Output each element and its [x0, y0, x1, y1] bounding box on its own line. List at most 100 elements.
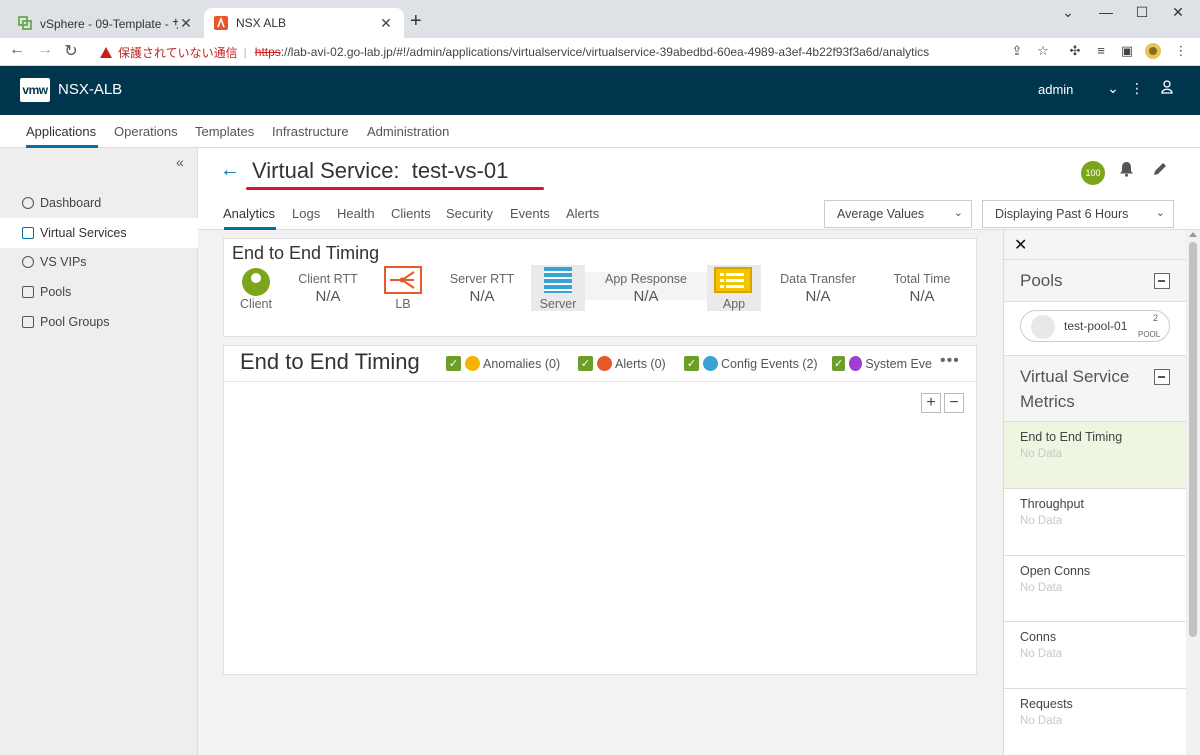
- minimize-icon[interactable]: —: [1096, 4, 1116, 20]
- checkbox-checked-icon[interactable]: ✓: [684, 356, 699, 371]
- metric-value: No Data: [1020, 448, 1063, 460]
- client-rtt-label: Client RTT: [298, 272, 358, 286]
- nav-infrastructure[interactable]: Infrastructure: [272, 124, 349, 139]
- new-tab-button[interactable]: +: [410, 10, 422, 33]
- chevron-down-icon[interactable]: ⌄: [1104, 80, 1122, 97]
- metric-conns[interactable]: Conns No Data: [1004, 621, 1187, 688]
- tab-logs[interactable]: Logs: [292, 206, 320, 221]
- pool-health-icon: [1031, 315, 1055, 339]
- zoom-in-button[interactable]: +: [921, 393, 941, 413]
- close-window-icon[interactable]: ✕: [1168, 4, 1188, 21]
- nav-templates[interactable]: Templates: [195, 124, 254, 139]
- checkbox-checked-icon[interactable]: ✓: [578, 356, 593, 371]
- legend-system-events[interactable]: ✓ System Eve: [832, 356, 932, 371]
- tab-clients[interactable]: Clients: [391, 206, 431, 221]
- side-panel-icon[interactable]: ▣: [1118, 43, 1136, 59]
- tab-health[interactable]: Health: [337, 206, 375, 221]
- client-label: Client: [240, 297, 272, 311]
- warning-icon: [100, 46, 112, 58]
- metric-name: Throughput: [1020, 497, 1084, 511]
- collapse-minus-icon[interactable]: [1154, 273, 1170, 289]
- data-transfer-label: Data Transfer: [780, 272, 856, 286]
- more-options-icon[interactable]: •••: [940, 352, 960, 370]
- bell-icon[interactable]: [1119, 161, 1134, 182]
- app-header: vmw NSX-ALB admin ⌄ ⋮: [0, 66, 1200, 115]
- share-icon[interactable]: ⇪: [1008, 43, 1026, 59]
- close-icon[interactable]: ✕: [1014, 235, 1027, 255]
- time-range-select[interactable]: Displaying Past 6 Hours ⌄: [982, 200, 1174, 228]
- url-field[interactable]: 保護されていない通信 | https ://lab-avi-02.go-lab.…: [90, 40, 1060, 64]
- close-icon[interactable]: ✕: [378, 15, 394, 32]
- server-label: Server: [539, 297, 577, 311]
- select-value: Average Values: [837, 207, 925, 221]
- user-icon[interactable]: [1158, 80, 1176, 97]
- url-scheme: https: [254, 45, 281, 59]
- metric-name: Conns: [1020, 630, 1057, 644]
- kebab-menu-icon[interactable]: ⋮: [1128, 80, 1146, 97]
- legend-anomalies[interactable]: ✓ Anomalies (0): [446, 356, 560, 371]
- edit-pencil-icon[interactable]: [1152, 161, 1168, 182]
- metrics-title: Virtual Service Metrics: [1020, 367, 1130, 411]
- legend-label: Anomalies (0): [483, 356, 561, 371]
- page-header: ← Virtual Service: test-vs-01 100 Analyt…: [198, 148, 1200, 230]
- tab-alerts[interactable]: Alerts: [566, 206, 599, 221]
- bookmark-star-icon[interactable]: ☆: [1034, 43, 1052, 59]
- forward-icon[interactable]: →: [34, 41, 56, 59]
- pool-chip[interactable]: test-pool-01 2 POOL: [1020, 310, 1170, 342]
- app-response-value: N/A: [633, 288, 659, 305]
- card-title: End to End Timing: [232, 243, 380, 263]
- tab-analytics[interactable]: Analytics: [223, 206, 275, 221]
- extensions-icon[interactable]: ✣: [1066, 43, 1084, 59]
- scrollbar-thumb[interactable]: [1189, 242, 1197, 637]
- address-bar: ← → ↻ 保護されていない通信 | https ://lab-avi-02.g…: [0, 38, 1200, 66]
- pool-groups-icon: [22, 316, 34, 328]
- metric-requests[interactable]: Requests No Data: [1004, 688, 1187, 755]
- app-response-label: App Response: [604, 272, 687, 286]
- average-values-select[interactable]: Average Values ⌄: [824, 200, 972, 228]
- metric-throughput[interactable]: Throughput No Data: [1004, 488, 1187, 555]
- zoom-out-button[interactable]: −: [944, 393, 964, 413]
- right-panel-scrollbar[interactable]: [1186, 230, 1200, 755]
- sidebar-item-dashboard[interactable]: Dashboard: [0, 188, 198, 218]
- tab-search-chevron-icon[interactable]: ⌄: [1058, 4, 1078, 21]
- tab-events[interactable]: Events: [510, 206, 550, 221]
- browser-tab-title: vSphere - 09-Template - サマリ: [40, 16, 178, 31]
- sidebar-item-pool-groups[interactable]: Pool Groups: [0, 307, 198, 337]
- media-icon[interactable]: ≡: [1092, 43, 1110, 58]
- tab-security[interactable]: Security: [446, 206, 493, 221]
- metric-end-to-end-timing[interactable]: End to End Timing No Data: [1004, 421, 1187, 488]
- checkbox-checked-icon[interactable]: ✓: [446, 356, 461, 371]
- collapse-sidebar-icon[interactable]: «: [176, 154, 184, 170]
- profile-avatar-icon[interactable]: [1144, 43, 1162, 62]
- metric-name: Open Conns: [1020, 564, 1091, 578]
- health-score-badge[interactable]: 100: [1081, 161, 1105, 185]
- legend-config-events[interactable]: ✓ Config Events (2): [684, 356, 818, 371]
- client-rtt-value: N/A: [315, 288, 341, 305]
- close-icon[interactable]: ✕: [178, 15, 194, 32]
- browser-tab-vsphere[interactable]: vSphere - 09-Template - サマリ ✕: [8, 8, 204, 38]
- sidebar-item-virtual-services[interactable]: Virtual Services: [0, 218, 198, 248]
- client-icon: [242, 268, 270, 296]
- metrics-section-header: Virtual Service Metrics: [1004, 355, 1187, 421]
- nav-administration[interactable]: Administration: [367, 124, 449, 139]
- menu-kebab-icon[interactable]: ⋮: [1172, 43, 1190, 59]
- sidebar-item-vs-vips[interactable]: VS VIPs: [0, 247, 198, 277]
- back-arrow-icon[interactable]: ←: [220, 159, 240, 182]
- config-events-icon: [703, 356, 718, 371]
- collapse-minus-icon[interactable]: [1154, 369, 1170, 385]
- security-warning[interactable]: 保護されていない通信: [118, 44, 238, 61]
- browser-tab-nsx-alb[interactable]: NSX ALB ✕: [204, 8, 404, 38]
- checkbox-checked-icon[interactable]: ✓: [832, 356, 846, 371]
- user-menu[interactable]: admin: [1038, 82, 1073, 97]
- metric-value: No Data: [1020, 648, 1063, 660]
- maximize-icon[interactable]: ☐: [1132, 4, 1152, 21]
- scroll-up-icon[interactable]: [1189, 232, 1197, 237]
- nav-operations[interactable]: Operations: [114, 124, 178, 139]
- nav-applications[interactable]: Applications: [26, 124, 96, 139]
- metric-open-conns[interactable]: Open Conns No Data: [1004, 555, 1187, 622]
- reload-icon[interactable]: ↻: [60, 41, 82, 61]
- legend-alerts[interactable]: ✓ Alerts (0): [578, 356, 666, 371]
- sidebar-item-pools[interactable]: Pools: [0, 277, 198, 307]
- back-icon[interactable]: ←: [6, 41, 28, 59]
- virtual-services-icon: [22, 227, 34, 239]
